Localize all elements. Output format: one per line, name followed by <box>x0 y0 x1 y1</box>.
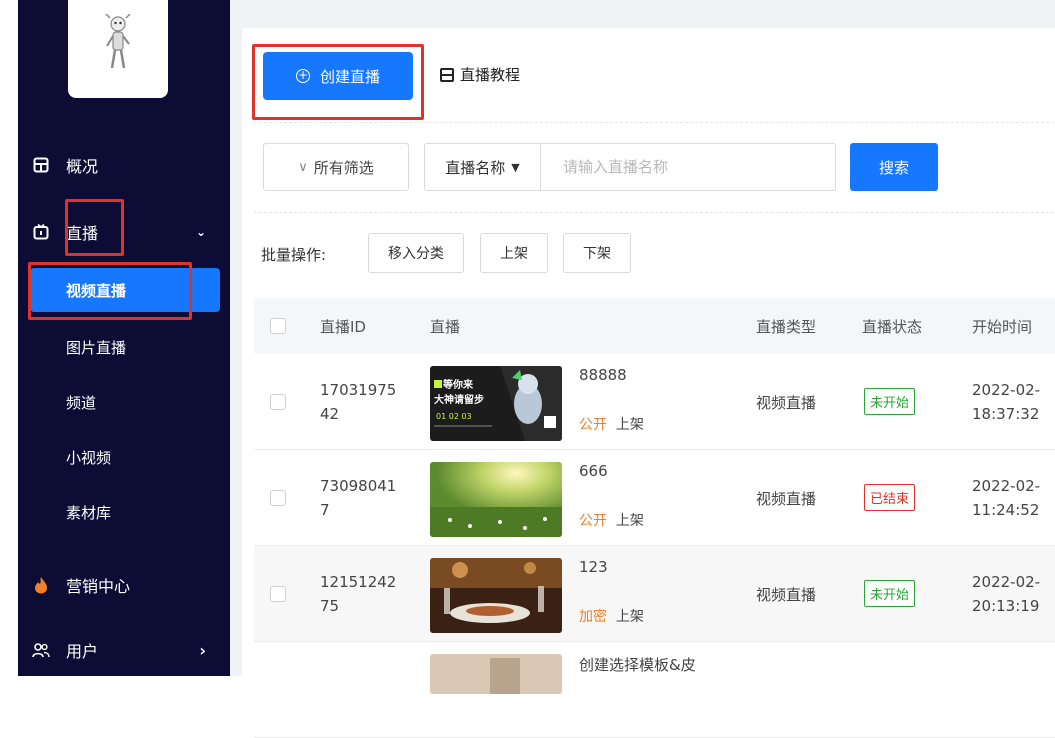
logo-figure-icon <box>105 14 131 69</box>
sidebar-subitem-label: 视频直播 <box>66 281 127 300</box>
col-header-live: 直播 <box>430 318 461 336</box>
unpublish-button[interactable]: 下架 <box>563 233 631 273</box>
chevron-right-icon: › <box>199 640 206 660</box>
col-header-id: 直播ID <box>320 318 366 336</box>
live-title: 88888 <box>579 366 627 384</box>
live-thumbnail[interactable] <box>430 462 562 537</box>
row-checkbox[interactable] <box>270 394 286 410</box>
sidebar-subitem-image-live[interactable]: 图片直播 <box>18 325 230 369</box>
row-id: 17031975 42 <box>320 381 397 423</box>
status-badge: 未开始 <box>864 388 916 415</box>
sidebar-item-overview[interactable]: 概况 <box>18 145 230 185</box>
create-live-label: 创建直播 <box>319 67 380 86</box>
live-type: 视频直播 <box>756 394 817 412</box>
col-header-type: 直播类型 <box>756 318 817 336</box>
chevron-down-icon: ∨ <box>298 159 308 175</box>
fire-icon <box>32 576 50 594</box>
live-title: 666 <box>579 462 608 480</box>
sidebar-item-label: 用户 <box>66 642 99 661</box>
batch-actions-label: 批量操作: <box>261 246 327 264</box>
logo[interactable] <box>68 0 168 98</box>
caret-down-icon: ▼ <box>511 160 520 174</box>
divider <box>254 212 1054 213</box>
table-row[interactable]: 73098041 7 666 公开 上架 视频直播 已结束 2022-02- 11:… <box>254 450 1055 546</box>
svg-text:大神请留步: 大神请留步 <box>434 393 484 406</box>
plus-circle-icon: + <box>295 68 310 83</box>
sidebar-item-users[interactable]: 用户 › <box>18 630 230 670</box>
sidebar-item-label: 概况 <box>66 157 99 176</box>
live-thumbnail[interactable] <box>430 558 562 633</box>
sidebar: 概况 直播 ⌄ 视频直播 图片直播 频道 小视频 素材库 营销中心 用户 › <box>18 0 230 676</box>
publish-button[interactable]: 上架 <box>480 233 548 273</box>
status-badge: 未开始 <box>864 580 916 607</box>
sidebar-item-label: 直播 <box>66 224 99 243</box>
sidebar-subitem-material-library[interactable]: 素材库 <box>18 490 230 534</box>
search-input[interactable] <box>541 144 835 190</box>
start-time: 2022-02- 11:24:52 <box>972 477 1041 519</box>
select-all-checkbox[interactable] <box>270 318 286 334</box>
sidebar-subitem-label: 素材库 <box>66 503 112 522</box>
live-type: 视频直播 <box>756 490 817 508</box>
sidebar-subitem-channel[interactable]: 频道 <box>18 380 230 424</box>
row-flags: 公开 上架 <box>579 417 644 433</box>
search-group: 直播名称 ▼ <box>424 143 836 191</box>
sidebar-subitem-label: 小视频 <box>66 448 112 467</box>
live-title: 创建选择模板&皮 <box>579 656 696 674</box>
content-gutter <box>230 0 242 676</box>
col-header-status: 直播状态 <box>862 318 923 336</box>
create-live-button[interactable]: + 创建直播 <box>263 52 413 100</box>
all-filters-button[interactable]: ∨ 所有筛选 <box>263 143 409 191</box>
col-header-start-time: 开始时间 <box>972 318 1033 336</box>
table-row[interactable]: 创建选择模板&皮 <box>254 642 1055 738</box>
sidebar-item-label: 营销中心 <box>66 577 131 596</box>
tutorial-label: 直播教程 <box>460 66 521 84</box>
sidebar-item-live[interactable]: 直播 ⌄ <box>18 212 230 252</box>
row-flags: 公开 上架 <box>579 513 644 529</box>
row-flags: 加密 上架 <box>579 609 644 625</box>
live-thumbnail[interactable] <box>430 654 562 694</box>
live-type: 视频直播 <box>756 586 817 604</box>
live-tutorial-link[interactable]: 直播教程 <box>440 64 520 85</box>
sidebar-subitem-label: 图片直播 <box>66 338 127 357</box>
start-time: 2022-02- 18:37:32 <box>972 381 1041 423</box>
start-time: 2022-02- 20:13:19 <box>972 573 1041 615</box>
move-category-button[interactable]: 移入分类 <box>368 233 464 273</box>
live-thumbnail[interactable]: 等你来 大神请留步 01 02 03 <box>430 366 562 441</box>
sidebar-subitem-video-live[interactable]: 视频直播 <box>30 268 220 312</box>
main-content: + 创建直播 直播教程 ∨ 所有筛选 直播名称 ▼ 搜索 批量操作: 移入分类 … <box>242 28 1055 738</box>
svg-text:01 02 03: 01 02 03 <box>436 412 472 421</box>
search-type-label: 直播名称 <box>445 158 506 177</box>
row-checkbox[interactable] <box>270 586 286 602</box>
sidebar-subitem-short-video[interactable]: 小视频 <box>18 435 230 479</box>
sidebar-item-marketing[interactable]: 营销中心 <box>18 565 230 605</box>
users-icon <box>32 641 50 659</box>
row-id: 12151242 75 <box>320 573 397 615</box>
search-type-select[interactable]: 直播名称 ▼ <box>425 144 541 190</box>
sidebar-subitem-label: 频道 <box>66 393 97 412</box>
row-id: 73098041 7 <box>320 477 397 519</box>
table-header: 直播ID 直播 直播类型 直播状态 开始时间 <box>254 298 1055 354</box>
book-icon <box>440 67 454 82</box>
search-button[interactable]: 搜索 <box>850 143 938 191</box>
divider <box>254 122 1054 123</box>
top-strip <box>230 0 1055 28</box>
chevron-down-icon: ⌄ <box>195 225 206 239</box>
row-checkbox[interactable] <box>270 490 286 506</box>
live-title: 123 <box>579 558 608 576</box>
table-row[interactable]: 12151242 75 123 加密 上架 视频直播 未开始 2022-02- 20… <box>254 546 1055 642</box>
table-row[interactable]: 17031975 42 等你来 大神请留步 01 02 03 88888 公开 上… <box>254 354 1055 450</box>
all-filters-label: 所有筛选 <box>313 158 374 177</box>
status-badge: 已结束 <box>864 484 916 511</box>
outer-margin <box>0 0 18 676</box>
tv-icon <box>32 223 50 241</box>
dashboard-icon <box>32 156 50 174</box>
svg-text:等你来: 等你来 <box>443 378 474 391</box>
